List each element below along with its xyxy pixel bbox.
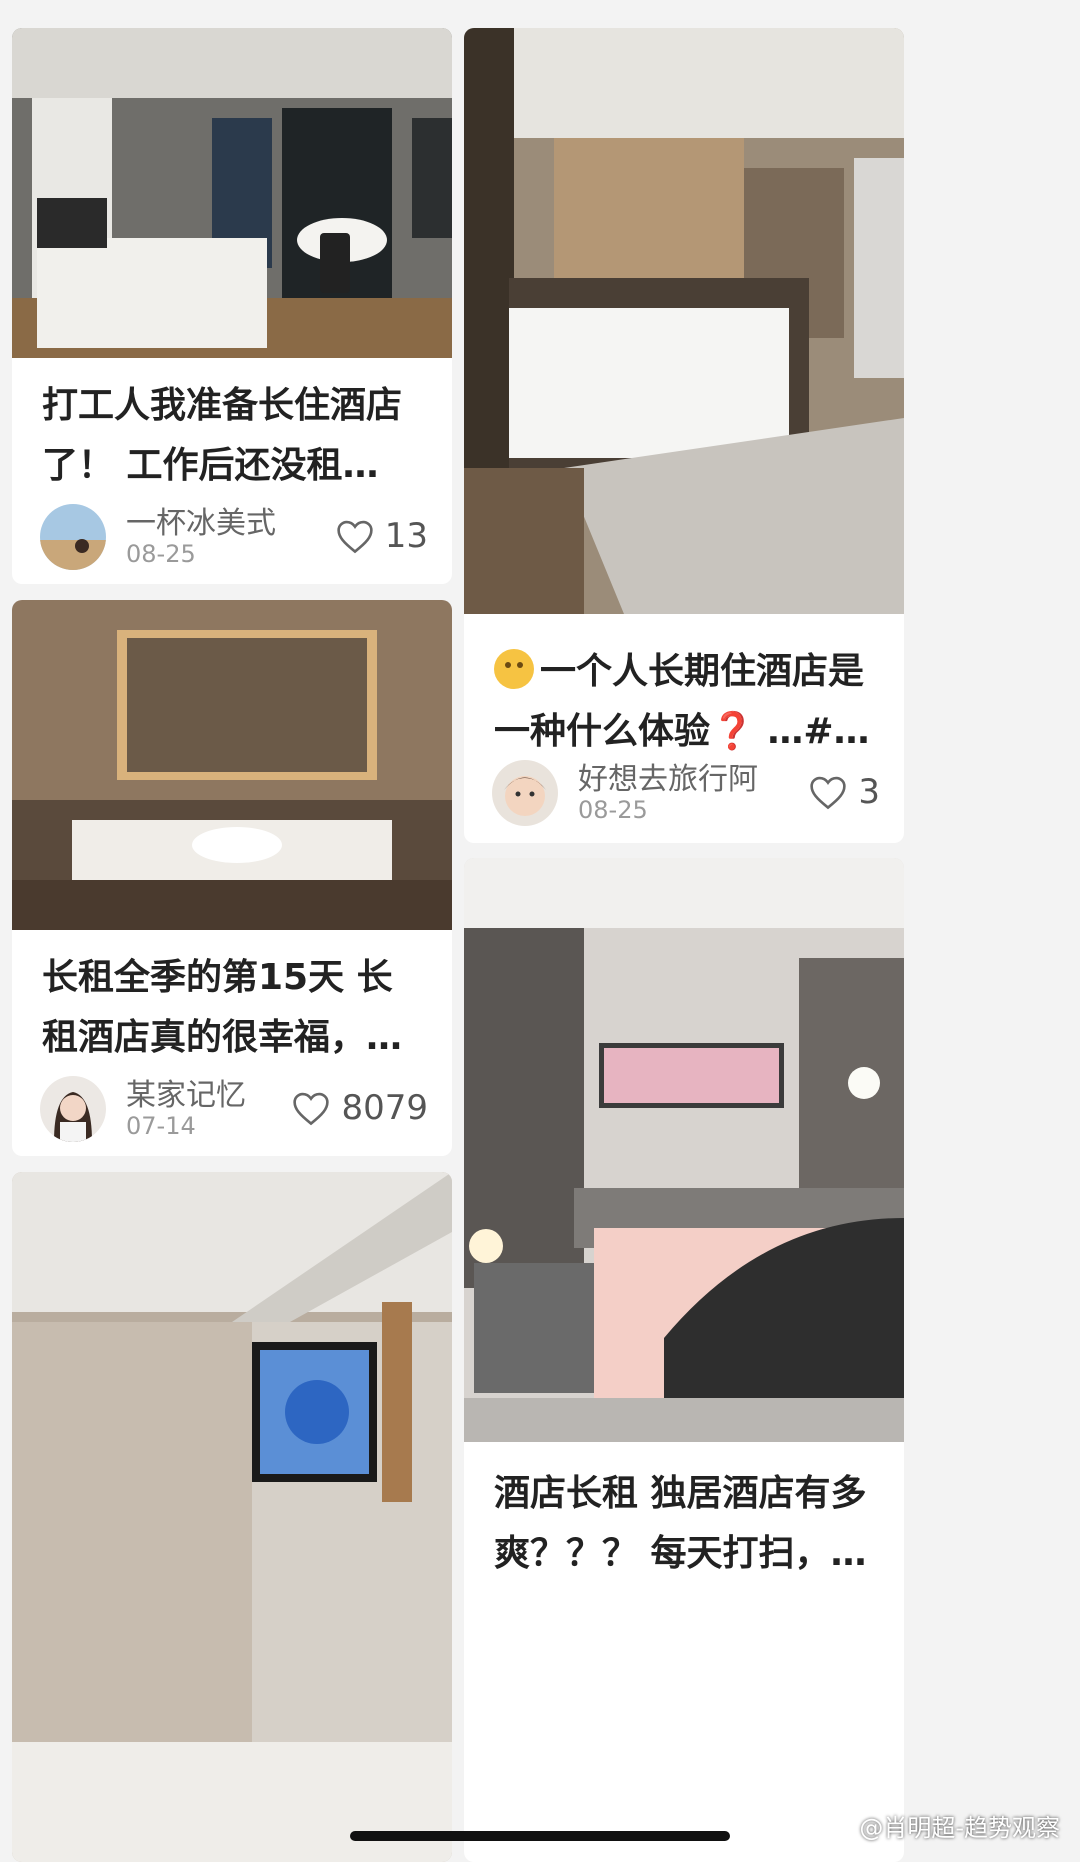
post-title[interactable]: 一个人长期住酒店是一种什么体验❓ …#长住… — [494, 642, 878, 762]
post-cover-image[interactable] — [464, 858, 904, 1442]
post-meta: 好想去旅行阿 08-25 3 — [492, 758, 880, 828]
like-count: 8079 — [341, 1088, 428, 1128]
shushing-face-emoji — [494, 649, 534, 689]
like-button[interactable]: 13 — [335, 514, 428, 558]
watermark-text: @肖明超-趋势观察 — [859, 1814, 1060, 1842]
author-avatar[interactable] — [40, 504, 106, 570]
author-avatar[interactable] — [40, 1076, 106, 1142]
author-name[interactable]: 某家记忆 — [126, 1070, 246, 1114]
post-date: 07-14 — [126, 1112, 196, 1140]
post-title[interactable]: 长租全季的第15天 长租酒店真的很幸福，每天都… — [42, 948, 426, 1068]
heart-outline-icon — [810, 776, 847, 810]
post-card[interactable]: 酒店长租 独居酒店有多爽？？？ 每天打扫，免… — [464, 858, 904, 1862]
like-count: 3 — [858, 772, 880, 812]
home-indicator[interactable] — [350, 1831, 730, 1841]
heart-outline-icon — [293, 1092, 330, 1126]
post-meta: 一杯冰美式 08-25 13 — [40, 502, 428, 572]
heart-outline-icon — [337, 520, 373, 554]
post-date: 08-25 — [126, 540, 196, 568]
post-card[interactable]: 长租全季的第15天 长租酒店真的很幸福，每天都… 某家记忆 07-14 8079 — [12, 600, 452, 1156]
post-card[interactable]: 打工人我准备长住酒店了！ 工作后还没租房，… 一杯冰美式 08-25 13 — [12, 28, 452, 584]
post-title[interactable]: 酒店长租 独居酒店有多爽？？？ 每天打扫，免… — [494, 1464, 878, 1584]
post-title[interactable]: 打工人我准备长住酒店了！ 工作后还没租房，… — [42, 376, 426, 496]
feed-grid: 打工人我准备长住酒店了！ 工作后还没租房，… 一杯冰美式 08-25 13 — [0, 0, 1080, 1862]
post-date: 08-25 — [578, 796, 648, 824]
author-name[interactable]: 一杯冰美式 — [126, 498, 276, 542]
post-card[interactable]: 一个人长期住酒店是一种什么体验❓ …#长住… 好想去旅行阿 08-25 3 — [464, 28, 904, 843]
author-name[interactable]: 好想去旅行阿 — [578, 754, 758, 798]
author-avatar[interactable] — [492, 760, 558, 826]
like-count: 13 — [384, 516, 428, 556]
like-button[interactable]: 8079 — [291, 1086, 428, 1130]
post-cover-image[interactable] — [12, 28, 452, 358]
post-cover-image[interactable] — [12, 600, 452, 930]
post-card[interactable] — [12, 1172, 452, 1862]
post-cover-image[interactable] — [12, 1172, 452, 1862]
post-cover-image[interactable] — [464, 28, 904, 614]
post-meta: 某家记忆 07-14 8079 — [40, 1074, 428, 1144]
like-button[interactable]: 3 — [808, 770, 880, 814]
